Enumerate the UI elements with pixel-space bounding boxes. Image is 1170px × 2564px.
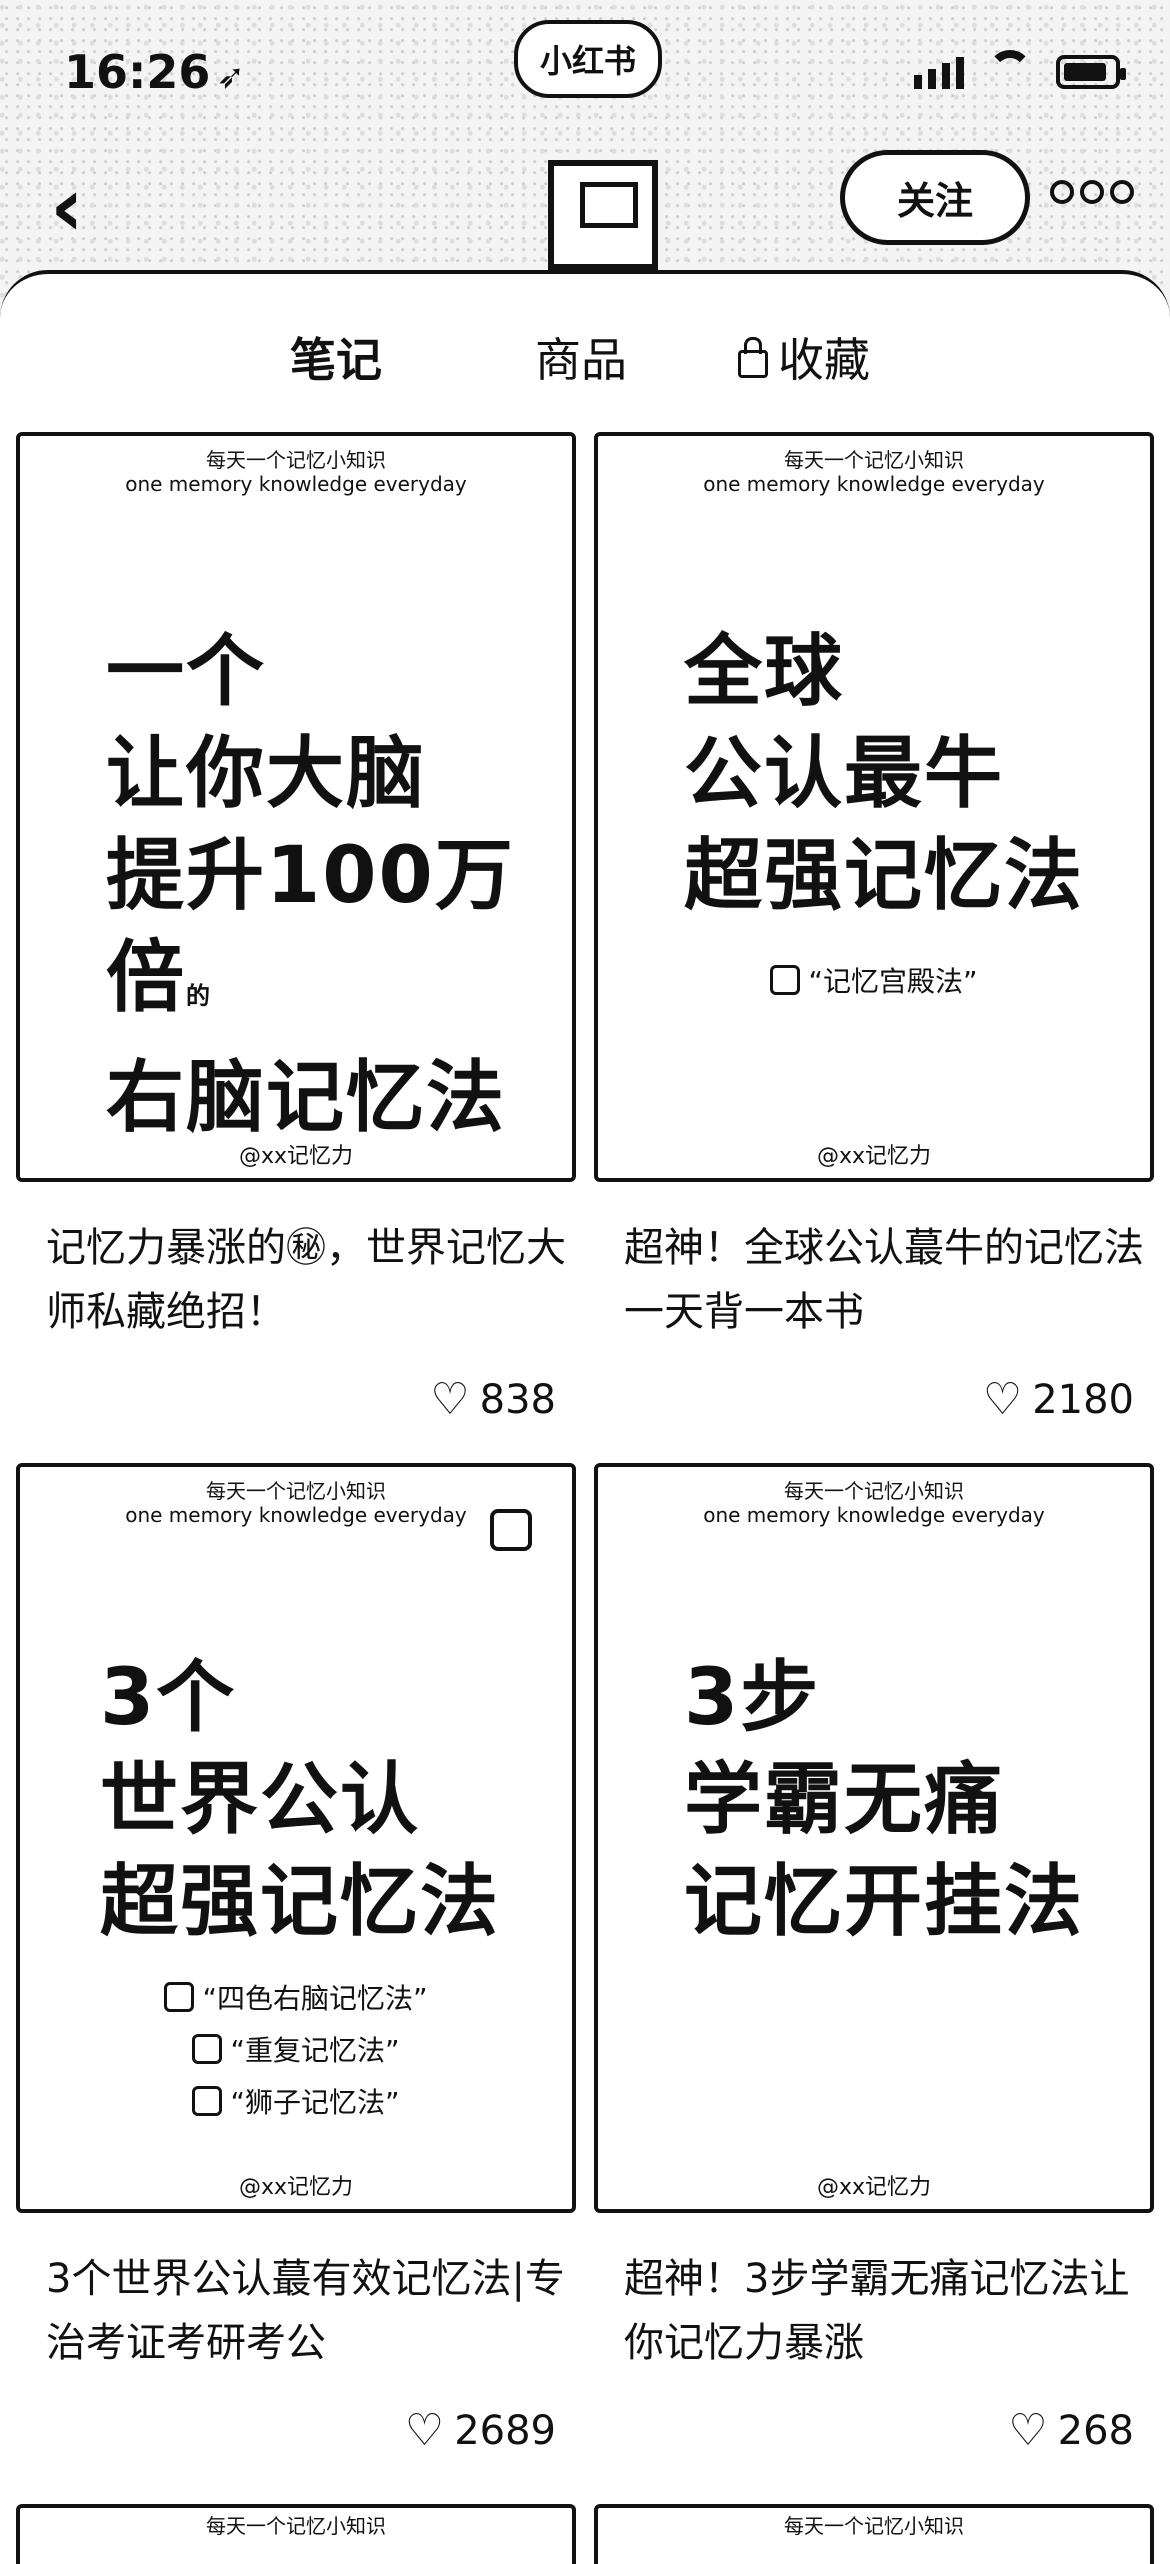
signal-icon <box>914 55 964 89</box>
cover-headline: 3步 学霸无痛 记忆开挂法 <box>684 1653 1085 1947</box>
status-icons <box>914 50 1126 94</box>
battery-icon <box>1056 55 1126 89</box>
like-button[interactable]: ♡ 268 <box>1008 2405 1134 2456</box>
note-title: 超神！全球公认蕞牛的记忆法一天背一本书 <box>624 1225 1144 1335</box>
wifi-icon <box>988 50 1032 94</box>
more-icon[interactable] <box>1050 180 1134 204</box>
heart-icon: ♡ <box>430 1374 470 1425</box>
check-icon <box>192 2034 223 2064</box>
location-arrow-icon: ➶ <box>216 57 245 97</box>
cover-caption: 每天一个记忆小知识 one memory knowledge everyday <box>125 448 467 496</box>
note-card[interactable]: 每天一个记忆小知识 one memory knowledge everyday 3… <box>16 1463 576 2465</box>
note-meta: ♡ 838 <box>16 1374 576 1434</box>
cover-footer: @xx记忆力 <box>238 1144 354 1169</box>
bookmark-icon <box>490 1509 532 1551</box>
note-meta: ♡ 2689 <box>16 2405 576 2465</box>
note-cover[interactable]: 每天一个记忆小知识 one memory knowledge everyday 全… <box>594 432 1154 1182</box>
note-cover[interactable]: 每天一个记忆小知识 one memory knowledge everyday 一… <box>16 432 576 1182</box>
avatar[interactable] <box>548 160 658 270</box>
tab-products[interactable]: 商品 <box>535 324 627 390</box>
cover-caption: 每天一个记忆小知识 one memory knowledge everyday <box>703 1479 1045 1527</box>
app-badge[interactable]: 小红书 <box>514 20 662 98</box>
follow-button[interactable]: 关注 <box>840 150 1030 245</box>
heart-icon: ♡ <box>404 2405 445 2456</box>
like-button[interactable]: ♡ 838 <box>430 1374 556 1425</box>
note-cover[interactable]: 每天一个记忆小知识 one memory knowledge everyday 3… <box>594 1463 1154 2213</box>
note-cover[interactable]: 每天一个记忆小知识 one memory knowledge everyday 3… <box>16 1463 576 2213</box>
check-icon <box>192 2086 223 2116</box>
cover-headline: 一个 让你大脑 提升100万倍的 右脑记忆法 <box>106 627 515 1143</box>
tab-collections[interactable]: 收藏 <box>738 324 870 390</box>
note-title: 超神！3步学霸无痛记忆法让你记忆力暴涨 <box>624 2256 1130 2366</box>
cover-checklist: “四色右脑记忆法” “重复记忆法” “狮子记忆法” <box>20 1973 572 2129</box>
note-card[interactable]: 每天一个记忆小知识 one memory knowledge everyday 3… <box>594 1463 1154 2465</box>
check-icon <box>770 965 801 995</box>
back-icon[interactable]: ‹ <box>50 160 84 255</box>
check-icon <box>164 1982 195 2012</box>
note-card[interactable]: 每天一个记忆小知识 one memory knowledge everyday 全… <box>594 432 1154 1434</box>
note-card-partial[interactable]: 每天一个记忆小知识 <box>594 2504 1154 2564</box>
note-title: 记忆力暴涨的㊙，世界记忆大师私藏绝招！ <box>46 1225 566 1335</box>
cover-headline: 全球 公认最牛 超强记忆法 <box>684 627 1085 921</box>
lock-icon <box>738 337 768 378</box>
note-title: 3个世界公认蕞有效记忆法|专治考证考研考公 <box>46 2256 565 2366</box>
heart-icon: ♡ <box>982 1374 1023 1425</box>
note-meta: ♡ 2180 <box>594 1374 1154 1434</box>
status-time: 16:26 ➶ <box>64 45 245 99</box>
like-button[interactable]: ♡ 2689 <box>405 2405 556 2456</box>
note-card-partial[interactable]: 每天一个记忆小知识 <box>16 2504 576 2564</box>
cover-caption: 每天一个记忆小知识 one memory knowledge everyday <box>703 448 1045 496</box>
tab-notes[interactable]: 笔记 <box>290 324 382 390</box>
cover-footer: @xx记忆力 <box>816 2175 932 2200</box>
heart-icon: ♡ <box>1008 2405 1048 2456</box>
tab-bar: 笔记 商品 收藏 <box>0 324 1170 440</box>
cover-checklist: “记忆宫殿法” <box>598 956 1150 1008</box>
cover-footer: @xx记忆力 <box>238 2175 354 2200</box>
cover-footer: @xx记忆力 <box>816 1144 932 1169</box>
note-card[interactable]: 每天一个记忆小知识 one memory knowledge everyday 一… <box>16 432 576 1434</box>
like-button[interactable]: ♡ 2180 <box>983 1374 1134 1425</box>
note-meta: ♡ 268 <box>594 2405 1154 2465</box>
cover-headline: 3个 世界公认 超强记忆法 <box>100 1653 501 1947</box>
